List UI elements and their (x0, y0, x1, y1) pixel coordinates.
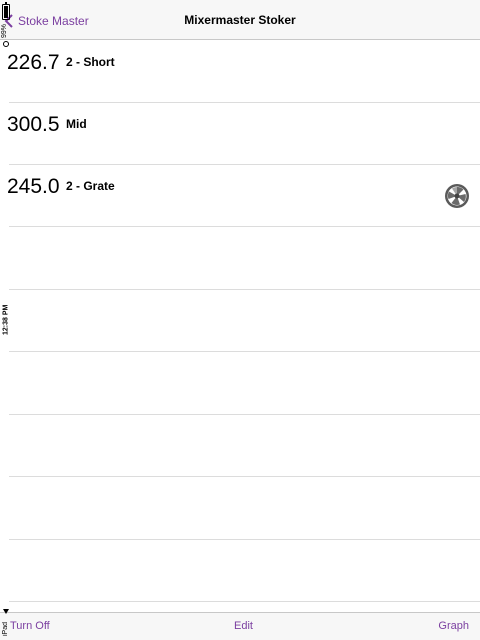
bottom-toolbar: Turn Off Edit Graph (0, 612, 480, 640)
probe-temperature: 245.0 (7, 175, 60, 198)
graph-button[interactable]: Graph (438, 620, 469, 632)
empty-row (0, 478, 480, 540)
fan-icon[interactable] (444, 183, 470, 209)
navigation-bar: Stoke Master Mixermaster Stoker (0, 0, 480, 40)
empty-row (0, 415, 480, 477)
empty-row (0, 353, 480, 415)
probe-row[interactable]: 300.5 Mid (0, 103, 480, 165)
empty-row (0, 290, 480, 352)
turn-off-button[interactable]: Turn Off (10, 620, 50, 632)
probe-name: Mid (66, 117, 87, 131)
probe-name: 2 - Short (66, 55, 115, 69)
probe-temperature: 226.7 (7, 51, 60, 74)
probe-temperature: 300.5 (7, 113, 60, 136)
empty-row (0, 540, 480, 602)
probe-row[interactable]: 226.7 2 - Short (0, 41, 480, 103)
probe-name: 2 - Grate (66, 179, 115, 193)
probe-row[interactable]: 245.0 2 - Grate (0, 165, 480, 227)
empty-row (0, 228, 480, 290)
edit-button[interactable]: Edit (234, 620, 253, 632)
page-title: Mixermaster Stoker (184, 13, 296, 27)
